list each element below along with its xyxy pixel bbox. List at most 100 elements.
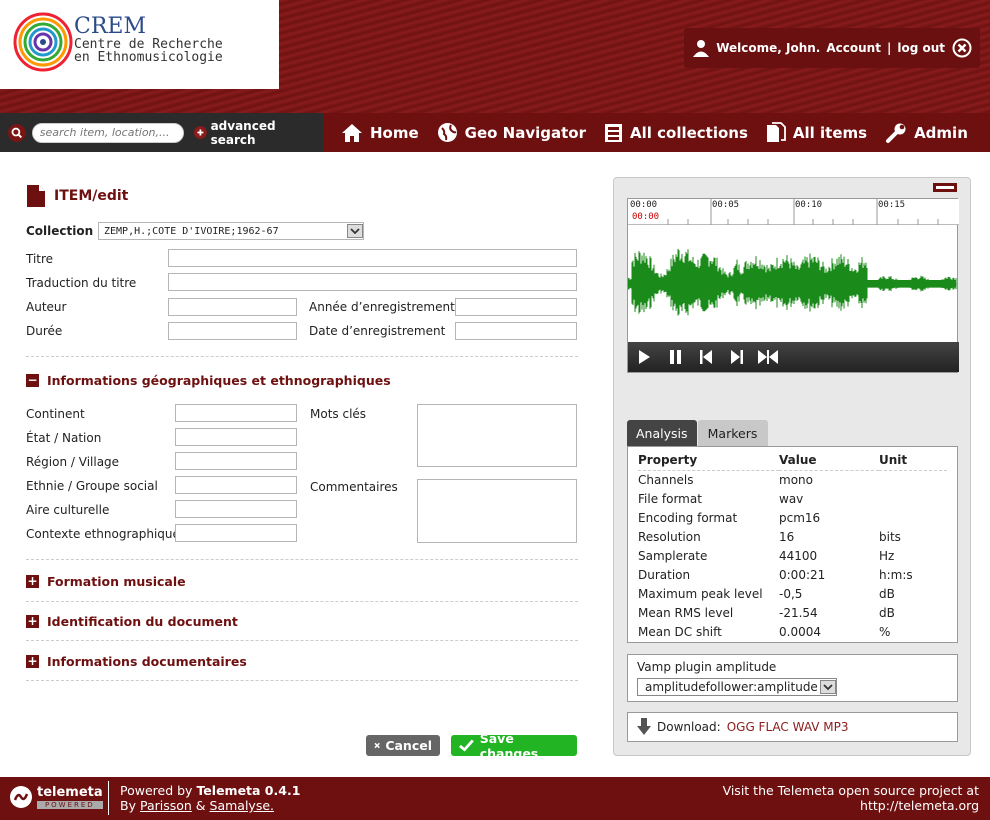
- parisson-link[interactable]: Parisson: [140, 798, 192, 813]
- table-row: Samplerate 44100 Hz: [638, 548, 895, 563]
- table-row: Encoding format pcm16: [638, 510, 821, 525]
- region-label: Région / Village: [26, 455, 120, 469]
- continent-field[interactable]: [175, 404, 297, 422]
- next-marker-button[interactable]: [721, 349, 752, 365]
- date-field[interactable]: [455, 322, 577, 340]
- user-icon: [693, 40, 710, 57]
- pause-button[interactable]: [659, 349, 690, 365]
- previous-marker-button[interactable]: [690, 349, 721, 365]
- account-link[interactable]: Account: [826, 41, 881, 55]
- region-field[interactable]: [175, 452, 297, 470]
- table-row: File format wav: [638, 491, 804, 506]
- download-format-links[interactable]: OGG FLAC WAV MP3: [727, 720, 849, 734]
- search-input[interactable]: [31, 122, 184, 143]
- contexte-field[interactable]: [175, 524, 297, 542]
- traduction-label: Traduction du titre: [26, 276, 137, 290]
- table-row: Resolution 16 bits: [638, 529, 901, 544]
- search-icon[interactable]: [8, 123, 26, 142]
- pause-icon: [669, 350, 681, 364]
- vamp-plugin-select[interactable]: amplitudefollower:amplitude: [637, 678, 837, 696]
- divider: [26, 356, 578, 357]
- column-header: Unit: [879, 451, 947, 471]
- duree-label: Durée: [26, 324, 63, 338]
- items-icon: [766, 122, 786, 142]
- ruler-ticks: [667, 199, 939, 225]
- marker-icon: [757, 350, 778, 364]
- logout-icon[interactable]: [952, 38, 972, 58]
- form-actions: Cancel Save changes: [366, 731, 577, 761]
- section-geo-toggle[interactable]: − Informations géographiques et ethnograp…: [26, 371, 578, 389]
- page-title: ITEM/edit: [26, 178, 128, 214]
- telemeta-url-link[interactable]: http://telemeta.org: [723, 798, 979, 813]
- divider: [108, 781, 109, 815]
- powered-by: Powered by Telemeta 0.4.1: [120, 783, 301, 798]
- divider: [26, 640, 578, 641]
- commentaires-textarea[interactable]: [417, 479, 577, 543]
- add-marker-button[interactable]: [752, 349, 783, 365]
- skip-back-icon: [699, 350, 712, 364]
- play-icon: [638, 350, 650, 364]
- samalyse-link[interactable]: Samalyse.: [210, 798, 274, 813]
- nav-admin[interactable]: Admin: [885, 113, 968, 152]
- nav-all-collections[interactable]: All collections: [604, 113, 748, 152]
- etat-label: État / Nation: [26, 431, 102, 445]
- section-identification-toggle[interactable]: + Identification du document: [26, 612, 578, 630]
- analysis-table: Property Value Unit Channels mono File fo…: [627, 446, 958, 643]
- aire-field[interactable]: [175, 500, 297, 518]
- crem-swirl-logo: [13, 12, 73, 72]
- waveform: [628, 248, 957, 316]
- waveform-player[interactable]: 00:00 00:05 00:10 00:15 00:00: [627, 198, 959, 373]
- save-changes-button[interactable]: Save changes: [451, 731, 577, 761]
- auteur-label: Auteur: [26, 300, 67, 314]
- main-nav: advanced search Home Geo Navigator All c…: [0, 113, 990, 152]
- traduction-field[interactable]: [168, 273, 577, 291]
- tab-analysis[interactable]: Analysis: [627, 420, 697, 446]
- cancel-button[interactable]: Cancel: [366, 735, 440, 756]
- collapse-panel-icon[interactable]: [933, 183, 957, 192]
- ethnie-field[interactable]: [175, 476, 297, 494]
- search-bar: advanced search: [0, 113, 323, 152]
- contexte-label: Contexte ethnographique: [26, 527, 180, 541]
- auteur-field[interactable]: [168, 298, 297, 316]
- collection-icon: [605, 123, 623, 142]
- titre-field[interactable]: [168, 249, 577, 267]
- crem-logo[interactable]: CREM Centre de Recherche en Ethnomusicolo…: [0, 0, 279, 89]
- column-header: Value: [779, 451, 879, 471]
- table-row: Mean RMS level -21.54 dB: [638, 605, 895, 620]
- download-label: Download:: [657, 720, 721, 734]
- divider: [26, 680, 578, 681]
- mots-cles-textarea[interactable]: [417, 404, 577, 467]
- table-row: Maximum peak level -0,5 dB: [638, 586, 895, 601]
- section-formation-toggle[interactable]: + Formation musicale: [26, 572, 578, 590]
- time-ruler: 00:00 00:05 00:10 00:15 00:00: [628, 199, 959, 225]
- telemeta-logo-icon: [10, 786, 32, 808]
- etat-field[interactable]: [175, 428, 297, 446]
- divider: [26, 601, 578, 602]
- annee-field[interactable]: [455, 298, 577, 316]
- nav-home[interactable]: Home: [341, 113, 419, 152]
- telemeta-logo[interactable]: telemeta POWERED: [9, 785, 103, 809]
- table-row: Mean DC shift 0.0004%: [638, 624, 891, 639]
- commentaires-label: Commentaires: [310, 480, 398, 494]
- vamp-plugin-box: Vamp plugin amplitude amplitudefollower:…: [627, 654, 958, 702]
- skip-forward-icon: [730, 350, 743, 364]
- section-info-toggle[interactable]: + Informations documentaires: [26, 652, 578, 670]
- expand-icon: +: [26, 573, 39, 588]
- collection-label: Collection: [26, 224, 94, 238]
- advanced-search-link[interactable]: advanced search: [193, 119, 323, 147]
- logout-link[interactable]: log out: [897, 41, 945, 55]
- annee-label: Année d’enregistrement: [309, 300, 455, 314]
- user-bar: Welcome, John. Account | log out: [684, 28, 980, 68]
- nav-all-items[interactable]: All items: [766, 113, 867, 152]
- duree-field[interactable]: [168, 322, 297, 340]
- nav-geo-navigator[interactable]: Geo Navigator: [437, 113, 586, 152]
- mots-cles-label: Mots clés: [310, 407, 367, 421]
- logo-subtitle: Centre de Recherche en Ethnomusicologie: [74, 37, 223, 65]
- tab-markers[interactable]: Markers: [697, 420, 768, 446]
- play-button[interactable]: [628, 349, 659, 365]
- download-arrow-icon: [637, 718, 651, 735]
- welcome-text: Welcome, John.: [716, 41, 821, 55]
- checkmark-icon: [459, 739, 474, 752]
- chevron-down-icon: [820, 680, 836, 694]
- collection-select[interactable]: ZEMP,H.;COTE D'IVOIRE;1962-67: [98, 222, 364, 240]
